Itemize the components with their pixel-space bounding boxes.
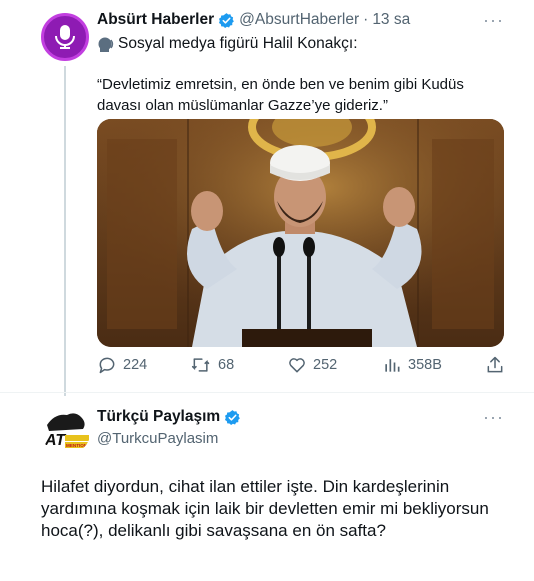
retweet-count: 68 (218, 357, 235, 373)
speaking-head-icon (98, 37, 114, 52)
verified-badge-icon (225, 409, 241, 425)
verified-badge-icon (219, 12, 235, 28)
tweet-header: Absürt Haberler @AbsurtHaberler · 13 sa (97, 11, 410, 29)
video-frame-image (97, 119, 504, 347)
more-options-icon[interactable]: ··· (483, 10, 504, 31)
reply-count: 224 (123, 357, 148, 373)
tweet-text: Hilafet diyordun, cihat ilan ettiler işt… (41, 477, 489, 540)
tweet-text: “Devletimiz emretsin, en önde ben ve ben… (97, 76, 464, 114)
avatar-logo-subtext: MENTION (66, 443, 88, 448)
separator-dot: · (363, 11, 369, 28)
timestamp[interactable]: 13 sa (372, 11, 410, 29)
heart-icon (289, 358, 305, 373)
author-name[interactable]: Absürt Haberler (97, 11, 214, 29)
logo-avatar-image: AT MENTION (44, 413, 89, 449)
tweet-absurt-haberler[interactable]: Absürt Haberler @AbsurtHaberler · 13 sa … (0, 0, 534, 396)
thread-line (64, 66, 66, 396)
avatar-logo-text: AT (44, 432, 66, 449)
share-icon (487, 356, 503, 373)
tweet-header: Türkçü Paylaşım (97, 408, 245, 426)
more-options-icon[interactable]: ··· (483, 407, 504, 428)
author-handle[interactable]: @AbsurtHaberler (239, 11, 359, 29)
reply-icon (99, 357, 115, 374)
avatar[interactable]: AT MENTION (41, 405, 91, 455)
tweet-subline: Sosyal medya figürü Halil Konakçı: (97, 35, 358, 53)
views-button[interactable]: 358B (382, 355, 442, 375)
tweet-turkcu-paylasim[interactable]: AT MENTION Türkçü Paylaşım ··· @TurkcuPa… (0, 392, 534, 581)
views-chart-icon (385, 359, 400, 372)
share-button[interactable] (485, 355, 511, 375)
author-handle[interactable]: @TurkcuPaylasim (97, 430, 218, 447)
views-count: 358B (408, 357, 442, 373)
reply-button[interactable]: 224 (97, 355, 147, 375)
like-count: 252 (313, 357, 338, 373)
tweet-actions: 224 68 252 358B (97, 355, 507, 379)
retweet-icon (191, 358, 210, 372)
tweet-subline-text: Sosyal medya figürü Halil Konakçı: (118, 35, 358, 52)
retweet-button[interactable]: 68 (190, 355, 234, 375)
avatar[interactable] (41, 13, 89, 61)
microphone-icon (55, 25, 75, 49)
tweet-video[interactable] (97, 119, 504, 347)
author-name[interactable]: Türkçü Paylaşım (97, 408, 220, 426)
like-button[interactable]: 252 (287, 355, 337, 375)
